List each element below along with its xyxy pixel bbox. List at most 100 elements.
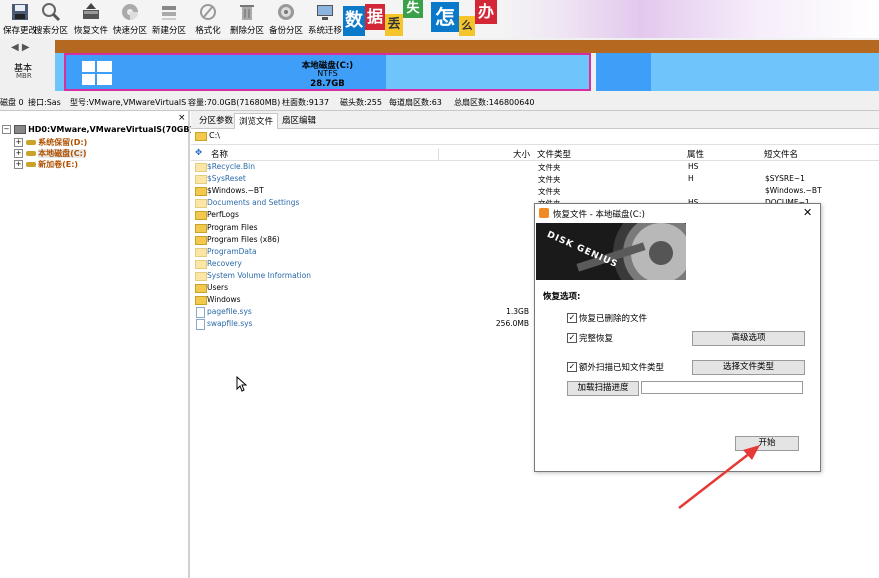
disk-model: 型号:VMware,VMwareVirtualS <box>70 98 187 107</box>
reserved-partition-block[interactable] <box>55 53 64 91</box>
disk-total-sectors: 总扇区数:146800640 <box>454 98 535 107</box>
tree-item-local-disk-c[interactable]: + 本地磁盘(C:) <box>14 148 87 159</box>
scan-progress-path-input[interactable] <box>641 381 803 394</box>
file-type: 文件夹 <box>538 187 561 197</box>
folder-icon <box>195 296 207 306</box>
file-list-header: ✥ 名称 大小 文件类型 属性 短文件名 <box>191 146 879 161</box>
file-attr: H <box>688 174 694 184</box>
search-icon <box>42 3 61 22</box>
tree-item-label: 系统保留(D:) <box>38 138 88 147</box>
hard-disk-image <box>536 223 713 280</box>
col-attr[interactable]: 属性 <box>687 148 704 160</box>
up-arrow-icon[interactable]: ✥ <box>195 148 202 158</box>
expand-icon[interactable]: + <box>14 138 23 147</box>
file-size: 256.0MB <box>495 319 529 329</box>
file-row[interactable]: $Recycle.Bin 文件夹 HS <box>191 161 879 173</box>
file-short-name: $Windows.~BT <box>765 186 822 196</box>
tree-close-icon[interactable]: × <box>178 113 186 123</box>
file-name: Users <box>207 283 229 292</box>
col-type[interactable]: 文件类型 <box>537 148 571 160</box>
tab-browse-files[interactable]: 浏览文件 <box>234 113 279 129</box>
partition-size: 28.7GB <box>310 79 345 89</box>
banner-char: 失 <box>403 0 423 18</box>
collapse-icon[interactable]: − <box>2 125 11 134</box>
folder-icon <box>195 187 207 197</box>
folder-icon <box>195 163 207 172</box>
disk-sectors-per-track: 每道扇区数:63 <box>389 98 442 107</box>
format-icon <box>200 4 216 20</box>
expand-icon[interactable]: + <box>14 149 23 158</box>
file-type: 文件夹 <box>538 163 561 172</box>
col-short-name[interactable]: 短文件名 <box>764 148 798 160</box>
tab-sector-edit[interactable]: 扇区编辑 <box>278 113 320 128</box>
file-size: 1.3GB <box>506 307 529 317</box>
file-name: Recovery <box>207 258 242 268</box>
dialog-title-bar: 恢复文件 - 本地磁盘(C:) ✕ <box>535 204 820 222</box>
file-name: Windows <box>207 295 241 305</box>
file-name: ProgramData <box>207 246 257 256</box>
file-name: System Volume Information <box>207 270 312 280</box>
file-icon <box>196 307 205 319</box>
disk-interface: 接口:Sas <box>28 98 61 107</box>
deleted-files-label: 恢复已删除的文件 <box>579 314 648 324</box>
banner-char: 怎 <box>431 2 459 32</box>
folder-icon <box>195 132 207 141</box>
tree-item-new-volume-e[interactable]: + 新加卷(E:) <box>14 159 78 170</box>
file-name: PerfLogs <box>207 210 239 220</box>
current-path: C:\ <box>209 131 220 140</box>
file-row[interactable]: $SysReset 文件夹 H $SYSRE~1 <box>191 173 879 185</box>
disk-nav-arrows[interactable]: ◀ ▶ <box>11 42 30 53</box>
file-name: Program Files <box>207 222 258 232</box>
system-migrate-button[interactable]: 系统迁移 <box>305 0 345 38</box>
recover-files-dialog: 恢复文件 - 本地磁盘(C:) ✕ DISK GENIUS 恢复选项: ✓ 恢复… <box>534 203 821 472</box>
file-row[interactable]: $Windows.~BT 文件夹 $Windows.~BT <box>191 185 879 197</box>
file-type: 文件夹 <box>538 175 561 185</box>
expand-icon[interactable]: + <box>14 160 23 169</box>
file-name: $Windows.~BT <box>207 186 264 196</box>
advanced-options-button[interactable]: 高级选项 <box>692 331 805 346</box>
banner-char: 么 <box>459 16 475 36</box>
select-file-types-button[interactable]: 选择文件类型 <box>692 360 805 375</box>
path-bar[interactable]: C:\ <box>191 129 879 145</box>
extra-scan-checkbox[interactable]: ✓ <box>567 362 577 372</box>
main-partition-block[interactable]: 本地磁盘(C:) NTFS 28.7GB <box>64 53 591 91</box>
disk-id: 磁盘 0 <box>0 98 24 107</box>
disk-icon <box>13 125 26 134</box>
folder-icon <box>195 284 207 293</box>
disk-tree-panel: × − HD0:VMware,VMwareVirtualS(70GB) + 系统… <box>0 111 193 578</box>
disk-heads: 磁头数:255 <box>340 98 382 107</box>
extra-partition-block[interactable] <box>596 53 879 91</box>
col-size[interactable]: 大小 <box>513 148 530 160</box>
quick-partition-icon <box>122 4 138 20</box>
dialog-title: 恢复文件 - 本地磁盘(C:) <box>553 210 645 220</box>
backup-icon <box>278 4 294 20</box>
disk-style-label: MBR <box>16 72 32 80</box>
tree-root-disk[interactable]: − HD0:VMware,VMwareVirtualS(70GB) <box>2 125 193 134</box>
disk-capacity: 容量:70.0GB(71680MB) <box>188 98 281 107</box>
banner-char: 办 <box>475 0 497 24</box>
close-icon[interactable]: ✕ <box>803 206 812 219</box>
file-name: Program Files (x86) <box>207 234 280 244</box>
folder-icon <box>195 223 207 233</box>
folder-icon <box>195 211 207 221</box>
file-name: $Recycle.Bin <box>207 162 256 171</box>
deleted-files-checkbox[interactable]: ✓ <box>567 313 577 323</box>
partition-icon <box>25 162 36 167</box>
banner-char: 据 <box>365 4 385 30</box>
col-name[interactable]: 名称 <box>211 148 228 160</box>
file-short-name: $SYSRE~1 <box>765 174 805 184</box>
load-scan-progress-button[interactable]: 加载扫描进度 <box>567 381 639 396</box>
folder-icon <box>195 175 207 185</box>
file-name: swapfile.sys <box>207 319 253 329</box>
file-name: $SysReset <box>207 174 246 184</box>
col-divider <box>438 148 439 160</box>
tree-item-system-reserved[interactable]: + 系统保留(D:) <box>14 137 87 148</box>
tab-partition-params[interactable]: 分区参数 <box>195 113 237 128</box>
folder-icon <box>195 247 207 257</box>
full-recovery-checkbox[interactable]: ✓ <box>567 333 577 343</box>
toolbar: 保存更改 搜索分区 恢复文件 快速分区 新建分区 格式化 删除分区 备份分区 系… <box>0 0 879 38</box>
tab-bar: 分区参数 浏览文件 扇区编辑 <box>191 111 879 129</box>
disk-info-bar: 磁盘 0 接口:Sas 型号:VMware,VMwareVirtualS 容量:… <box>0 94 879 111</box>
partition-icon <box>25 140 36 145</box>
tree-root-label: HD0:VMware,VMwareVirtualS(70GB) <box>28 125 194 134</box>
